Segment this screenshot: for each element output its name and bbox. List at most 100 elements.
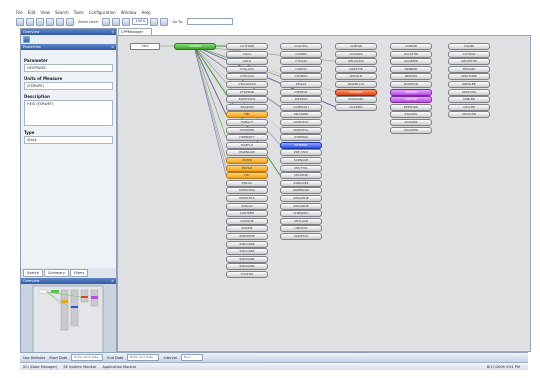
start-date-input[interactable]: Enter start date (71, 354, 104, 361)
menu-item-configuration[interactable]: Configuration (89, 10, 116, 15)
undo-icon[interactable] (46, 17, 54, 26)
graph-node[interactable]: VOCPPHR (390, 126, 432, 134)
menu-item-window[interactable]: Window (121, 10, 137, 15)
graph-node[interactable]: SPLDVIBE (280, 111, 322, 119)
menu-item-file[interactable]: File (16, 10, 23, 15)
graph-node[interactable]: SCRICO (226, 202, 268, 210)
tab-filters[interactable]: Filters (69, 269, 89, 277)
graph-node[interactable]: PWMCHLS (226, 195, 268, 202)
graph-node[interactable]: TCOTOR (226, 271, 268, 278)
refresh-icon[interactable] (160, 17, 169, 26)
graph-node[interactable]: PRESHOR (390, 103, 432, 111)
close-icon[interactable]: × (111, 44, 114, 50)
graph-node[interactable]: SWNGSEE (280, 179, 322, 187)
graph-node[interactable]: CGPPIN (280, 50, 322, 58)
save-icon[interactable] (36, 17, 44, 26)
graph-node[interactable]: COLBR (448, 43, 490, 50)
graph-node[interactable]: COBHIR (390, 43, 432, 50)
graph-node[interactable]: EAGRUM (226, 103, 268, 111)
tab-search[interactable]: Search (23, 269, 44, 277)
graph-node[interactable]: NORMTGL (280, 126, 322, 134)
graph-node[interactable]: SWHOLBR (226, 263, 268, 271)
graph-node[interactable]: HANGCT (226, 119, 268, 126)
play-icon[interactable] (23, 36, 30, 43)
graph-node[interactable]: NOBTRH (390, 96, 432, 104)
graph-node[interactable]: CGLO (226, 58, 268, 66)
graph-node[interactable]: HGEFLH (226, 141, 268, 149)
graph-node[interactable]: VOGHRR (390, 119, 432, 126)
graph-node[interactable]: CTREAT (280, 65, 322, 73)
graph-node[interactable]: COCORR (335, 50, 377, 58)
graph-node[interactable]: GCLSTHR (390, 50, 432, 58)
graph-node[interactable]: DIESEAT (280, 96, 322, 104)
goto-input[interactable] (187, 18, 234, 25)
graph-node[interactable]: SLWTEMP (226, 210, 268, 218)
zoom-fit-icon[interactable] (122, 17, 131, 26)
graph-node[interactable]: SWVGEDE (280, 202, 322, 210)
graph-node[interactable]: COTGNS (448, 50, 490, 58)
graph-node[interactable]: CTGLASS (226, 65, 268, 73)
graph-node[interactable]: VARIPTOL (280, 233, 322, 240)
graph-node[interactable]: SWCOLBR (226, 248, 268, 256)
graph-node[interactable]: ROWLOPA (335, 96, 377, 104)
graph-node[interactable]: NHGLBR (448, 65, 490, 73)
graph-node[interactable]: CTDMSO (280, 73, 322, 81)
parameter-field[interactable]: HESFRWEE (24, 64, 113, 72)
graph-node[interactable]: HOHM (226, 157, 268, 164)
graph-canvas[interactable]: HESI ESRWRT CUTTORP CGAA CGLO CTGLASS CTPCLOU C… (117, 35, 531, 352)
zoom-out-icon[interactable] (102, 17, 111, 26)
zoom-in-icon[interactable] (112, 17, 121, 26)
graph-node[interactable]: OVERPAS (280, 134, 322, 142)
graph-node[interactable]: HDENSITY (226, 134, 268, 142)
graph-node[interactable]: HOHLB (226, 164, 268, 172)
graph-node[interactable]: PRSTOHA (448, 88, 490, 96)
graph-node[interactable]: NORMLLIO (335, 81, 377, 88)
graph-node[interactable]: CTPCLOU (226, 73, 268, 81)
graph-node[interactable]: HGRNLOW (226, 149, 268, 157)
graph-node[interactable]: CTCLOUDHI (226, 81, 268, 88)
overview-map[interactable] (21, 284, 116, 360)
graph-node[interactable]: CUTTORP (226, 43, 268, 50)
end-date-input[interactable]: Enter end date (127, 354, 160, 361)
graph-node[interactable]: ESRWRT (174, 43, 216, 50)
graph-node[interactable]: EARTHLOW (226, 96, 268, 104)
graph-node[interactable]: HASDPHR (226, 126, 268, 134)
graph-node[interactable]: SHBLBR (448, 96, 490, 104)
graph-node[interactable]: CTGPMAP (226, 88, 268, 96)
graph-node[interactable]: COLDTIG (280, 43, 322, 50)
graph-node[interactable]: SWPMGWA (280, 187, 322, 195)
graph-node[interactable]: SHRDDEO (280, 210, 322, 218)
menu-item-tools[interactable]: Tools (74, 10, 84, 15)
layout-icon[interactable] (150, 17, 159, 26)
graph-node[interactable]: STACKPL (390, 111, 432, 119)
graph-node[interactable]: DAMPLOLI (280, 103, 322, 111)
status-item[interactable]: SCI (Data Manager) (23, 365, 57, 369)
graph-node[interactable]: GKGBHIR (390, 58, 432, 66)
interval-select[interactable]: Hour (180, 354, 203, 361)
graph-node[interactable]: LOWDTGT (280, 119, 322, 126)
graph-node[interactable]: DELOGRHI (335, 58, 377, 66)
graph-node[interactable]: GREATTE (335, 65, 377, 73)
units-field[interactable]: (ESRWRT) (24, 82, 113, 90)
graph-node[interactable]: NCHARM (335, 88, 377, 96)
graph-node[interactable]: SWSGEDE (280, 195, 322, 202)
new-icon[interactable] (16, 17, 24, 26)
graph-node[interactable]: SCRWOE (226, 217, 268, 225)
graph-node[interactable]: PRESLBE (448, 81, 490, 88)
graph-node[interactable]: SWHOLBR (226, 255, 268, 263)
status-item[interactable]: Application Monitor (102, 365, 136, 369)
graph-node[interactable]: NTBURN (280, 141, 322, 149)
graph-node[interactable]: HESI (130, 43, 160, 50)
type-field[interactable]: Stack (24, 136, 113, 144)
graph-node[interactable]: DEGAS (280, 81, 322, 88)
graph-node[interactable]: SOCPPIN (335, 103, 377, 111)
redo-icon[interactable] (56, 17, 64, 26)
graph-node[interactable]: CTGAIN (280, 58, 322, 66)
close-icon[interactable]: × (111, 29, 114, 35)
graph-node[interactable]: GEOPTHIN (448, 58, 490, 66)
status-item[interactable]: SE System Monitor (63, 365, 96, 369)
graph-node[interactable]: DIBHEAT (280, 88, 322, 96)
graph-node[interactable]: PWLOA (226, 179, 268, 187)
graph-node[interactable]: NKMRPR (390, 65, 432, 73)
graph-node[interactable]: SHCDESE (280, 172, 322, 180)
